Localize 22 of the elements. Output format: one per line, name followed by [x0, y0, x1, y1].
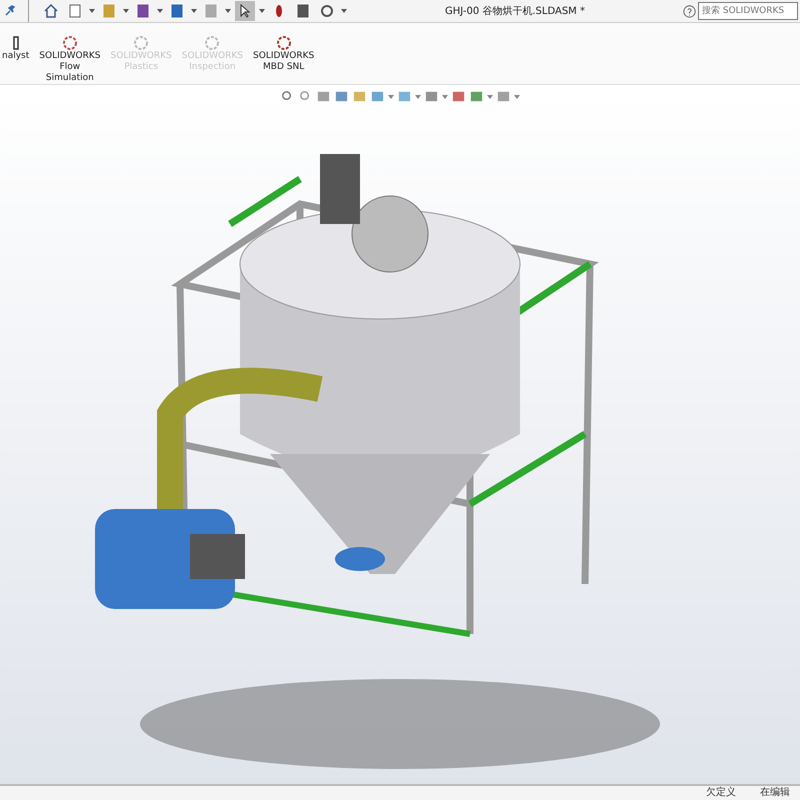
caret-icon[interactable] — [157, 9, 163, 13]
caret-icon[interactable] — [514, 94, 520, 98]
status-text: 欠定义 — [706, 786, 736, 800]
ribbon-button[interactable]: nalyst — [0, 35, 32, 62]
search-field[interactable]: 搜索 SOLIDWORKS — [698, 2, 798, 20]
ribbon-button[interactable]: SOLIDWORKS MBD SNL — [251, 35, 316, 73]
pin-icon[interactable] — [4, 5, 16, 17]
caret-icon[interactable] — [442, 94, 448, 98]
caret-icon[interactable] — [415, 94, 421, 98]
caret-icon[interactable] — [259, 9, 265, 13]
ribbon-button[interactable]: SOLIDWORKS Flow Simulation — [37, 35, 103, 84]
caret-icon[interactable] — [89, 9, 95, 13]
caret-icon[interactable] — [487, 94, 493, 98]
status-text: 在编辑 — [760, 786, 790, 800]
caret-icon[interactable] — [123, 9, 129, 13]
caret-icon[interactable] — [341, 9, 347, 13]
select-icon[interactable] — [235, 1, 255, 21]
caret-icon[interactable] — [388, 94, 394, 98]
caret-icon[interactable] — [225, 9, 231, 13]
help-icon[interactable] — [683, 4, 696, 18]
window-title: GHJ-00 谷物烘干机.SLDASM * — [444, 4, 586, 18]
caret-icon[interactable] — [191, 9, 197, 13]
